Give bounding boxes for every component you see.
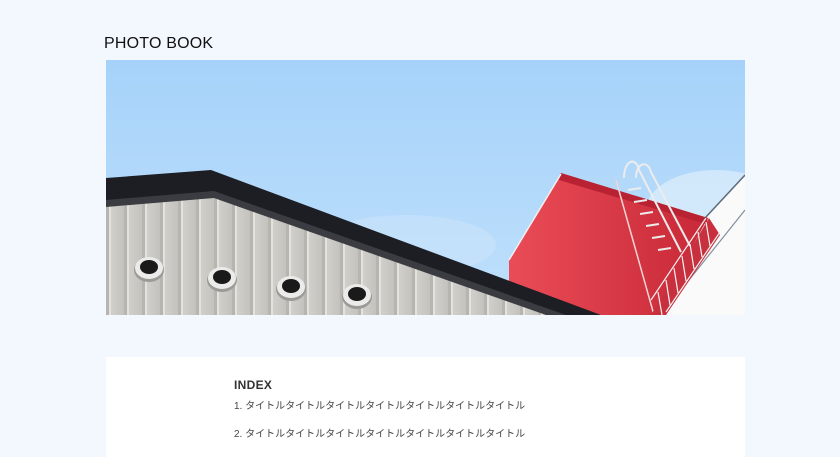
index-heading: INDEX: [234, 378, 273, 392]
index-item-number: 1.: [234, 401, 243, 412]
hero-photo: [106, 60, 745, 315]
index-list: 1. タイトルタイトルタイトルタイトルタイトルタイトルタイトル 2. タイトルタ…: [234, 401, 525, 457]
index-item-1[interactable]: 1. タイトルタイトルタイトルタイトルタイトルタイトルタイトル: [234, 401, 525, 413]
index-card: INDEX 1. タイトルタイトルタイトルタイトルタイトルタイトルタイトル 2.…: [106, 357, 745, 457]
index-item-number: 2.: [234, 429, 243, 440]
index-item-2[interactable]: 2. タイトルタイトルタイトルタイトルタイトルタイトルタイトル: [234, 429, 525, 441]
site-title: PHOTO BOOK: [104, 35, 214, 52]
hero-photo-illustration: [106, 60, 745, 315]
index-item-title: タイトルタイトルタイトルタイトルタイトルタイトルタイトル: [245, 401, 526, 412]
index-item-title: タイトルタイトルタイトルタイトルタイトルタイトルタイトル: [245, 429, 526, 440]
